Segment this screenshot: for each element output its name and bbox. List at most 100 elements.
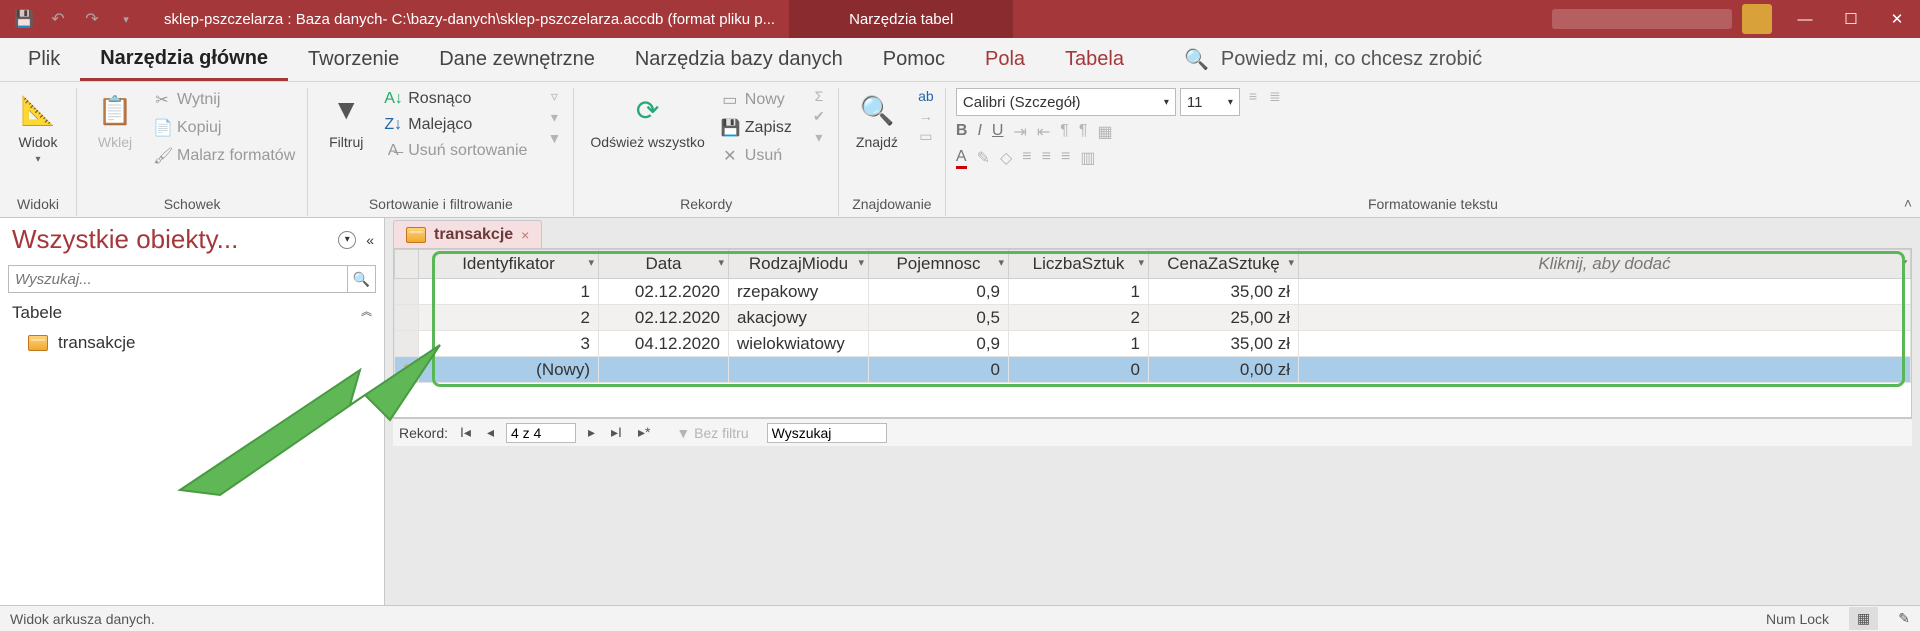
cell[interactable]: 04.12.2020 (599, 331, 729, 357)
goto-icon[interactable]: → (917, 108, 935, 124)
cell[interactable]: 0,9 (869, 279, 1009, 305)
cell[interactable]: 02.12.2020 (599, 305, 729, 331)
cell[interactable]: wielokwiatowy (729, 331, 869, 357)
col-kind[interactable]: RodzajMiodu▾ (729, 250, 869, 279)
spelling-icon[interactable]: ✔ (810, 108, 828, 125)
fill-color-icon[interactable]: ◇ (1000, 148, 1012, 169)
tab-external[interactable]: Dane zewnętrzne (419, 38, 615, 81)
nav-search-input[interactable] (8, 265, 348, 293)
cell[interactable]: 0 (1009, 357, 1149, 383)
new-row[interactable]: * (Nowy) 0 0 0,00 zł (395, 357, 1911, 383)
cell[interactable]: 1 (1009, 331, 1149, 357)
cell[interactable]: 0,5 (869, 305, 1009, 331)
tab-help[interactable]: Pomoc (863, 38, 965, 81)
collapse-ribbon-icon[interactable]: ˄ (1904, 195, 1912, 211)
cell[interactable] (1299, 305, 1911, 331)
design-view-icon[interactable]: ✎ (1898, 610, 1910, 627)
cell[interactable]: 1 (1009, 279, 1149, 305)
col-date[interactable]: Data▾ (599, 250, 729, 279)
cell[interactable]: akacjowy (729, 305, 869, 331)
italic-button[interactable]: I (977, 122, 981, 142)
row-selector[interactable] (395, 279, 419, 305)
totals-icon[interactable]: Σ (810, 88, 828, 104)
refresh-all-button[interactable]: ⟳ Odśwież wszystko (584, 88, 710, 152)
maximize-button[interactable]: ☐ (1828, 0, 1874, 38)
view-button[interactable]: 📐 Widok ▾ (10, 88, 66, 167)
chevron-down-icon[interactable]: ▾ (718, 256, 724, 269)
table-row[interactable]: 1 02.12.2020 rzepakowy 0,9 1 35,00 zł (395, 279, 1911, 305)
bullets-icon[interactable]: ≡ (1244, 88, 1262, 116)
cut-button[interactable]: ✂Wytnij (151, 88, 297, 112)
next-record-button[interactable]: ▸ (584, 424, 599, 441)
more-records-icon[interactable]: ▾ (810, 129, 828, 146)
col-price[interactable]: CenaZaSztukę▾ (1149, 250, 1299, 279)
minimize-button[interactable]: — (1782, 0, 1828, 38)
document-tab-transakcje[interactable]: transakcje × (393, 220, 542, 248)
copy-button[interactable]: 📄Kopiuj (151, 116, 297, 140)
cell[interactable] (1299, 357, 1911, 383)
table-row[interactable]: 3 04.12.2020 wielokwiatowy 0,9 1 35,00 z… (395, 331, 1911, 357)
close-button[interactable]: ✕ (1874, 0, 1920, 38)
cell[interactable]: 2 (1009, 305, 1149, 331)
rtl-icon[interactable]: ¶ (1079, 122, 1088, 142)
chevron-down-icon[interactable]: ▾ (1138, 256, 1144, 269)
cell[interactable] (729, 357, 869, 383)
nav-item-transakcje[interactable]: transakcje (0, 329, 384, 357)
paste-button[interactable]: 📋 Wklej (87, 88, 143, 152)
cell[interactable]: 3 (419, 331, 599, 357)
cell[interactable]: (Nowy) (419, 357, 599, 383)
bold-button[interactable]: B (956, 122, 968, 142)
tell-me[interactable]: 🔍 Powiedz mi, co chcesz zrobić (1184, 47, 1482, 72)
font-size-combo[interactable]: 11▾ (1180, 88, 1240, 116)
col-cap[interactable]: Pojemnosc▾ (869, 250, 1009, 279)
cell[interactable]: rzepakowy (729, 279, 869, 305)
tab-dbtools[interactable]: Narzędzia bazy danych (615, 38, 863, 81)
toggle-filter-icon[interactable]: ▼ (545, 130, 563, 146)
alt-row-icon[interactable]: ▥ (1080, 148, 1095, 169)
font-color-button[interactable]: A (956, 148, 967, 169)
sort-desc-button[interactable]: Z↓Malejąco (382, 114, 529, 136)
new-row-selector[interactable]: * (395, 357, 419, 383)
chevron-down-icon[interactable]: ▾ (858, 256, 864, 269)
table-row[interactable]: 2 02.12.2020 akacjowy 0,5 2 25,00 zł (395, 305, 1911, 331)
highlight-icon[interactable]: ✎ (977, 148, 990, 169)
chevron-down-icon[interactable]: ▾ (1900, 256, 1906, 269)
last-record-button[interactable]: ▸I (607, 424, 626, 441)
select-all-cell[interactable] (395, 250, 419, 279)
ltr-icon[interactable]: ¶ (1060, 122, 1069, 142)
replace-icon[interactable]: ab (917, 88, 935, 104)
datasheet-grid[interactable]: Identyfikator▾ Data▾ RodzajMiodu▾ Pojemn… (393, 248, 1912, 418)
col-add[interactable]: Kliknij, aby dodać ▾ (1299, 250, 1911, 279)
row-selector[interactable] (395, 331, 419, 357)
align-center-icon[interactable]: ≡ (1042, 148, 1051, 169)
nav-collapse-icon[interactable]: « (366, 232, 374, 248)
close-tab-icon[interactable]: × (521, 227, 529, 243)
format-painter-button[interactable]: 🖌Malarz formatów (151, 144, 297, 168)
chevron-down-icon[interactable]: ▾ (1288, 256, 1294, 269)
tab-file[interactable]: Plik (8, 38, 80, 81)
align-right-icon[interactable]: ≡ (1061, 148, 1070, 169)
nav-title[interactable]: Wszystkie obiekty... (12, 224, 338, 255)
advanced-filter-icon[interactable]: ▾ (545, 109, 563, 126)
col-qty[interactable]: LiczbaSztuk▾ (1009, 250, 1149, 279)
nav-search-button[interactable]: 🔍 (348, 265, 376, 293)
cell[interactable]: 02.12.2020 (599, 279, 729, 305)
tab-fields[interactable]: Pola (965, 38, 1045, 81)
nav-dropdown-icon[interactable]: ▾ (338, 231, 356, 249)
cell[interactable]: 35,00 zł (1149, 331, 1299, 357)
numbering-icon[interactable]: ≣ (1266, 88, 1284, 116)
record-search-input[interactable] (767, 423, 887, 443)
first-record-button[interactable]: I◂ (456, 424, 475, 441)
delete-record-button[interactable]: ✕Usuń (719, 144, 794, 168)
undo-icon[interactable]: ↶ (44, 5, 72, 33)
align-left-icon[interactable]: ≡ (1022, 148, 1031, 169)
save-record-button[interactable]: 💾Zapisz (719, 116, 794, 140)
redo-icon[interactable]: ↷ (78, 5, 106, 33)
account-badge-icon[interactable] (1742, 4, 1772, 34)
filter-toggle-icon[interactable]: ▿ (545, 88, 563, 105)
new-record-button[interactable]: ▭Nowy (719, 88, 794, 112)
cell[interactable]: 35,00 zł (1149, 279, 1299, 305)
indent-right-icon[interactable]: ⇤ (1037, 122, 1050, 142)
cell[interactable]: 0,00 zł (1149, 357, 1299, 383)
chevron-down-icon[interactable]: ▾ (998, 256, 1004, 269)
